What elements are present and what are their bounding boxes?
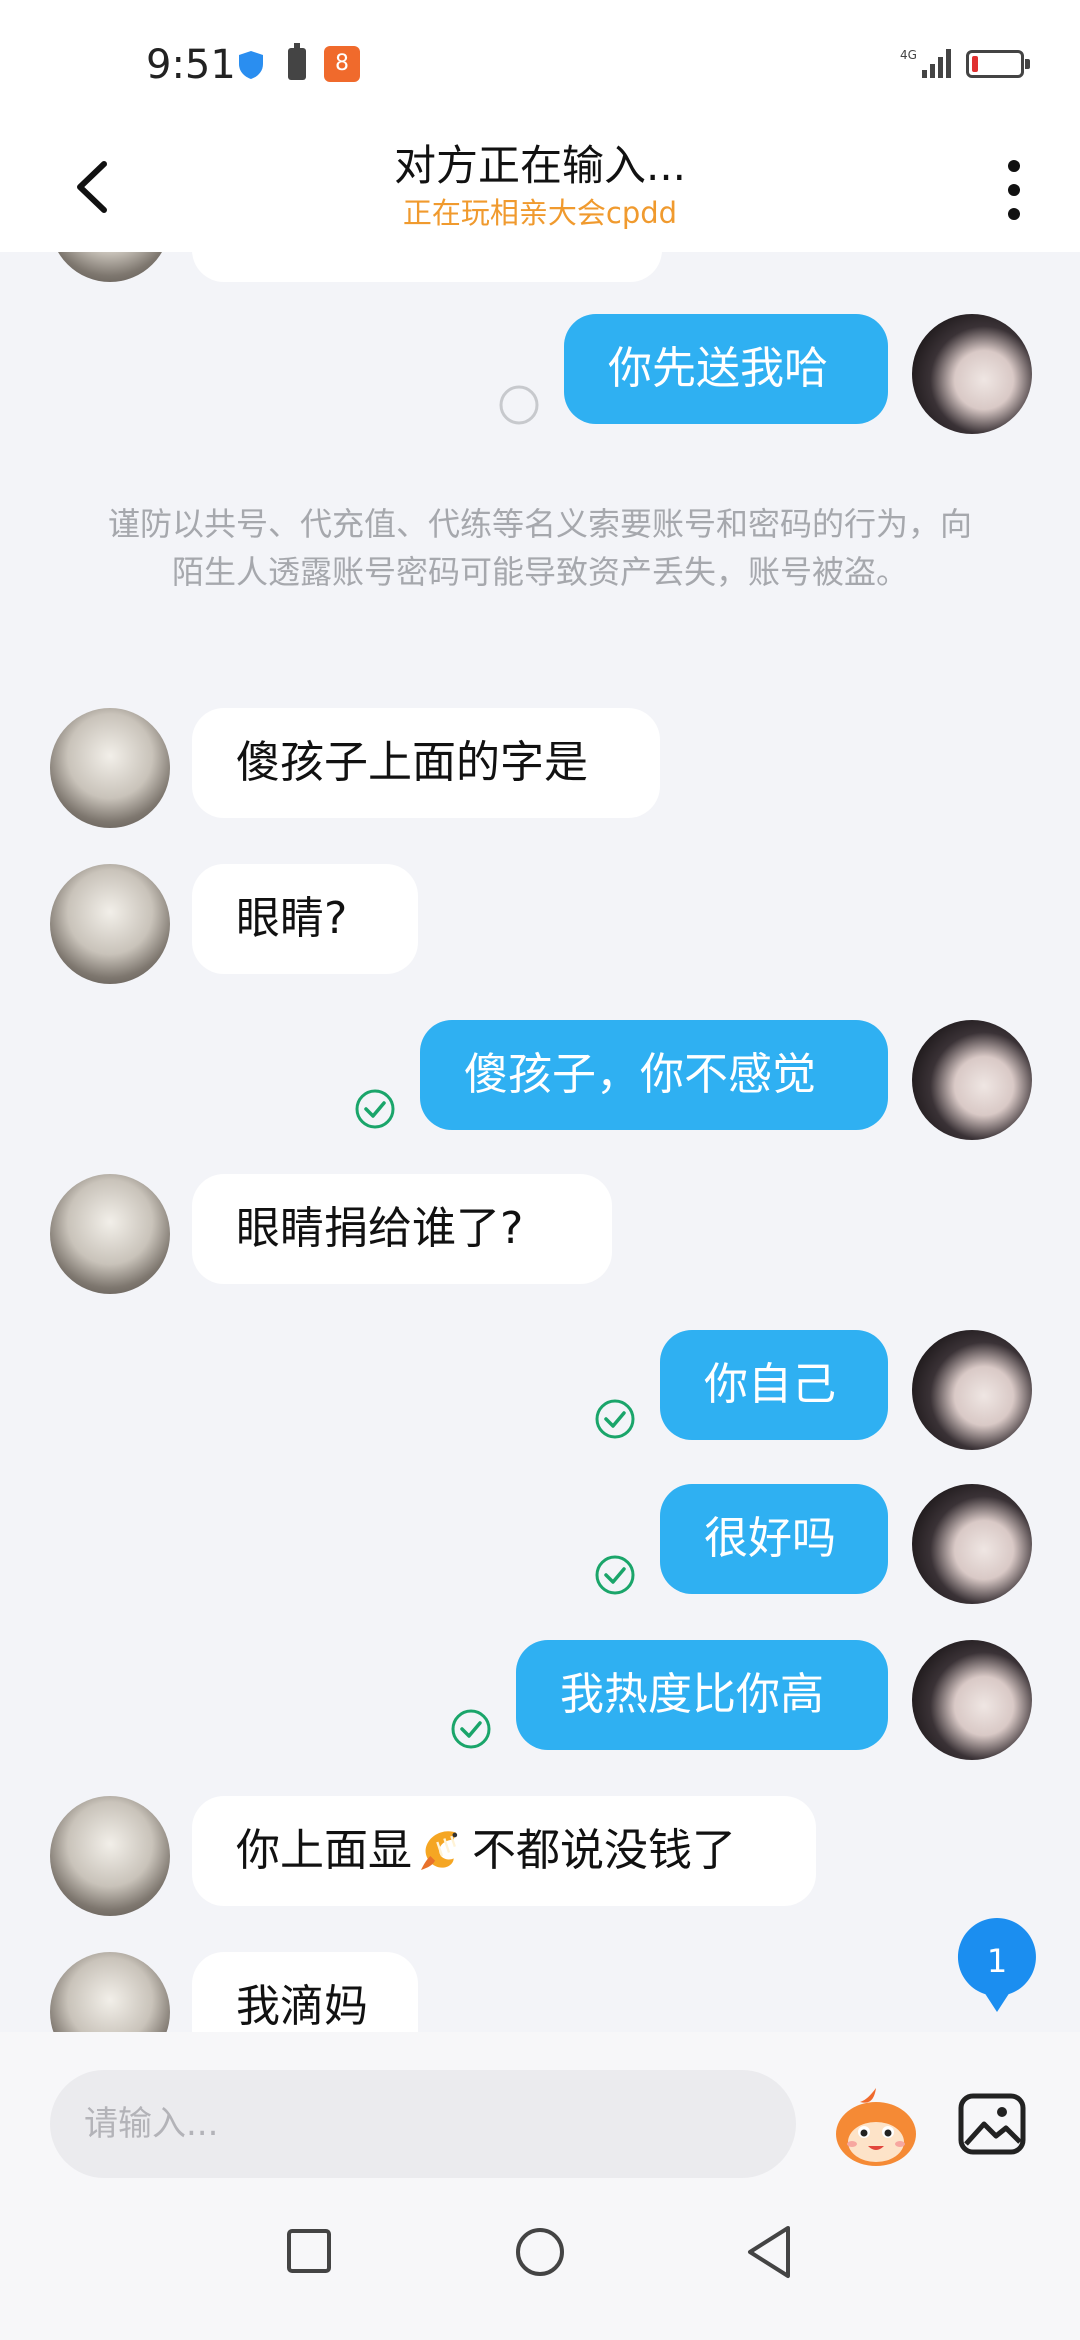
read-check-icon xyxy=(595,1555,635,1595)
back-icon[interactable] xyxy=(744,2224,794,2280)
message-bubble[interactable]: 很好吗 xyxy=(660,1484,888,1594)
emoji-mascot-icon[interactable] xyxy=(830,2082,922,2172)
unread-count[interactable]: 1 xyxy=(956,1920,1038,2002)
message-bubble[interactable]: 傻孩子上面的字是 xyxy=(192,708,660,818)
chat-header: 对方正在输入... 正在玩相亲大会cpdd xyxy=(0,130,1080,252)
my-avatar[interactable] xyxy=(912,1330,1032,1450)
recent-apps-icon[interactable] xyxy=(286,2228,332,2274)
app-icon: 8 xyxy=(324,46,360,82)
chat-subtitle: 正在玩相亲大会cpdd xyxy=(402,196,678,230)
home-icon[interactable] xyxy=(514,2226,566,2278)
contact-avatar[interactable] xyxy=(50,1174,170,1294)
signal-icon: 4G xyxy=(900,48,951,78)
image-icon[interactable] xyxy=(956,2088,1028,2160)
sending-status-icon xyxy=(499,385,539,425)
contact-avatar[interactable] xyxy=(50,1796,170,1916)
read-check-icon xyxy=(595,1399,635,1439)
system-nav-bar xyxy=(0,2182,1080,2340)
contact-avatar[interactable] xyxy=(50,252,170,282)
message-bubble[interactable]: 眼睛捐给谁了? xyxy=(192,1174,612,1284)
message-bubble[interactable]: 我热度比你高 xyxy=(516,1640,888,1750)
message-text-after: 不都说没钱了 xyxy=(472,1825,736,1876)
network-label: 4G xyxy=(900,48,917,62)
contact-avatar[interactable] xyxy=(50,864,170,984)
shield-icon xyxy=(239,51,263,79)
read-check-icon xyxy=(355,1089,395,1129)
my-avatar[interactable] xyxy=(912,1484,1032,1604)
shrimp-emoji xyxy=(421,1831,458,1870)
input-bar xyxy=(0,2032,1080,2182)
message-bubble[interactable]: 我滴妈 xyxy=(192,1952,418,2032)
my-avatar[interactable] xyxy=(912,1640,1032,1760)
chat-messages[interactable]: 你先送我哈 谨防以共号、代充值、代练等名义索要账号和密码的行为，向陌生人透露账号… xyxy=(0,252,1080,2032)
message-input[interactable] xyxy=(50,2070,796,2178)
message-bubble[interactable]: 你先送我哈 xyxy=(564,314,888,424)
status-bar: 9:51 8 4G xyxy=(0,0,1080,130)
read-check-icon xyxy=(451,1709,491,1749)
my-avatar[interactable] xyxy=(912,1020,1032,1140)
message-bubble[interactable]: 傻孩子，你不感觉 xyxy=(420,1020,888,1130)
security-warning: 谨防以共号、代充值、代练等名义索要账号和密码的行为，向陌生人透露账号密码可能导致… xyxy=(107,505,972,591)
contact-avatar[interactable] xyxy=(50,1952,170,2032)
more-vertical-icon[interactable] xyxy=(996,150,1032,230)
battery-icon xyxy=(288,43,306,80)
contact-avatar[interactable] xyxy=(50,708,170,828)
message-bubble[interactable]: 你自己 xyxy=(660,1330,888,1440)
message-bubble[interactable]: 眼睛? xyxy=(192,864,418,974)
chat-title: 对方正在输入... xyxy=(393,141,687,190)
message-text-before: 你上面显 xyxy=(236,1825,412,1876)
message-bubble[interactable]: 你上面显 不都说没钱了 xyxy=(192,1796,816,1906)
battery-low-icon xyxy=(966,50,1030,78)
message-bubble-partial[interactable] xyxy=(192,252,662,282)
my-avatar[interactable] xyxy=(912,314,1032,434)
status-time: 9:51 xyxy=(146,42,236,88)
